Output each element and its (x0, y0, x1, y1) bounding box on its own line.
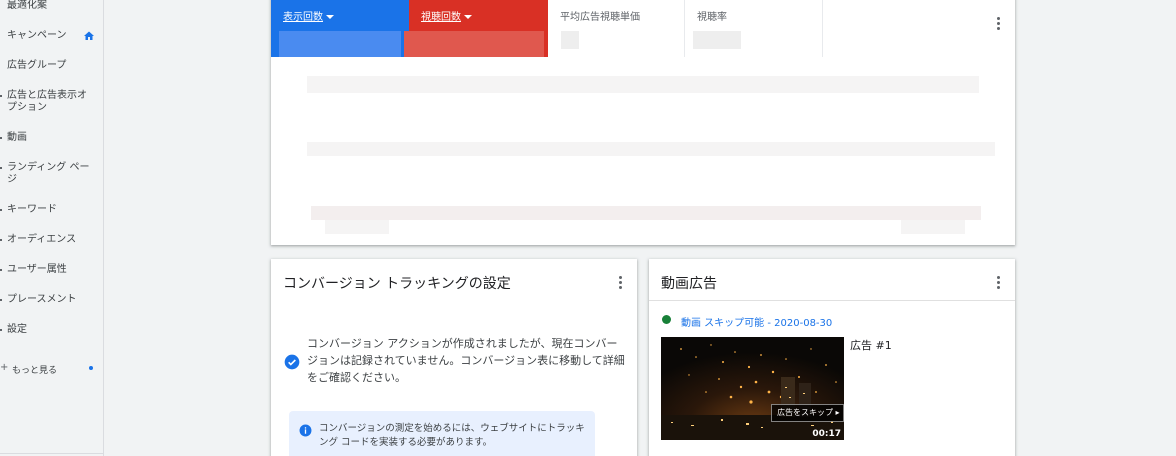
sidebar-more-button[interactable]: + もっと見る (0, 362, 103, 376)
sidebar-item-label: 設定 (7, 324, 27, 335)
blurred-value (404, 31, 544, 57)
sidebar-item-videos[interactable]: 動画 (0, 132, 103, 144)
sidebar-item-label: 広告グループ (7, 60, 67, 71)
sidebar-nav: 最適化案 キャンペーン 広告グループ 広告と広告表示オプション 動画 ランディン… (0, 0, 104, 456)
info-icon (299, 424, 312, 437)
metric-tab-label: 視聴回数 (421, 12, 461, 23)
chart-area (307, 142, 995, 156)
sidebar-item-demographics[interactable]: ユーザー属性 (0, 264, 103, 276)
dropdown-caret-icon[interactable] (464, 15, 472, 19)
sidebar-item-campaigns[interactable]: キャンペーン (0, 30, 103, 42)
chart-axis-label (325, 220, 389, 234)
divider (649, 300, 1015, 301)
sidebar-more-label: もっと見る (12, 366, 58, 376)
card-title: 動画広告 (661, 276, 717, 292)
plus-icon: + (0, 362, 9, 373)
metric-tab-label: 視聴率 (697, 12, 727, 23)
sidebar-item-landing-pages[interactable]: ランディング ページ (0, 162, 92, 186)
sidebar-item-label: オーディエンス (7, 234, 77, 245)
video-ad-link[interactable]: 動画 スキップ可能 - 2020-08-30 (681, 314, 832, 329)
notification-dot (89, 366, 93, 370)
sidebar-item-placements[interactable]: プレースメント (0, 294, 103, 306)
video-duration: 00:17 (812, 429, 841, 439)
more-options-icon[interactable] (619, 276, 623, 290)
metric-tab-label: 平均広告視聴単価 (560, 12, 640, 23)
performance-chart-card: 表示回数 視聴回数 平均広告視聴単価 視聴率 (271, 0, 1015, 245)
dropdown-caret-icon[interactable] (326, 15, 334, 19)
sidebar-item-settings[interactable]: 設定 (0, 324, 103, 336)
blurred-value (561, 31, 579, 49)
info-banner: コンバージョンの測定を始めるには、ウェブサイトにトラッキング コードを実装する必… (289, 411, 595, 456)
chart-area (311, 206, 981, 220)
info-text: コンバージョンの測定を始めるには、ウェブサイトにトラッキング コードを実装する必… (319, 423, 585, 448)
status-enabled-icon (662, 315, 671, 324)
metric-tab-label: 表示回数 (283, 12, 323, 23)
sidebar-item-label: 動画 (7, 132, 27, 143)
night-sky-image (661, 337, 844, 440)
chart-axis-label (901, 220, 965, 234)
skip-ad-button[interactable]: 広告をスキップ ▸ (771, 404, 844, 422)
sidebar-item-label: ユーザー属性 (7, 264, 67, 275)
sidebar-item-ad-groups[interactable]: 広告グループ (0, 60, 103, 72)
video-thumbnail[interactable]: 広告をスキップ ▸ 00:17 (661, 337, 844, 440)
sidebar-item-label: ランディング ページ (7, 162, 90, 185)
more-options-icon[interactable] (997, 276, 1001, 290)
sidebar-item-label: 広告と広告表示オプション (7, 90, 87, 113)
conversion-tracking-card: コンバージョン トラッキングの設定 コンバージョン アクションが作成されましたが… (271, 259, 637, 456)
sidebar-item-audiences[interactable]: オーディエンス (0, 234, 103, 246)
more-options-icon[interactable] (997, 17, 1001, 31)
video-ads-card: 動画広告 動画 スキップ可能 - 2020-08-30 広告をスキップ ▸ 00… (649, 259, 1015, 456)
check-circle-icon (284, 354, 300, 370)
home-icon (84, 31, 94, 40)
sidebar-item-label: キーワード (7, 204, 57, 215)
ad-name: 広告 #1 (850, 339, 892, 352)
divider (0, 453, 103, 454)
sidebar-item-label: プレースメント (7, 294, 77, 305)
sidebar-item-label: 最適化案 (7, 0, 47, 11)
sidebar-item-keywords[interactable]: キーワード (0, 204, 103, 216)
sidebar-item-label: キャンペーン (7, 30, 67, 41)
card-title: コンバージョン トラッキングの設定 (283, 276, 511, 292)
sidebar-item-recommendations[interactable]: 最適化案 (0, 0, 103, 12)
blurred-value (693, 31, 741, 49)
conversion-message: コンバージョン アクションが作成されましたが、現在コンバージョンは記録されていま… (307, 337, 625, 384)
sidebar-item-ads-extensions[interactable]: 広告と広告表示オプション (0, 90, 92, 114)
chart-area (307, 76, 979, 93)
blurred-value (279, 31, 401, 57)
